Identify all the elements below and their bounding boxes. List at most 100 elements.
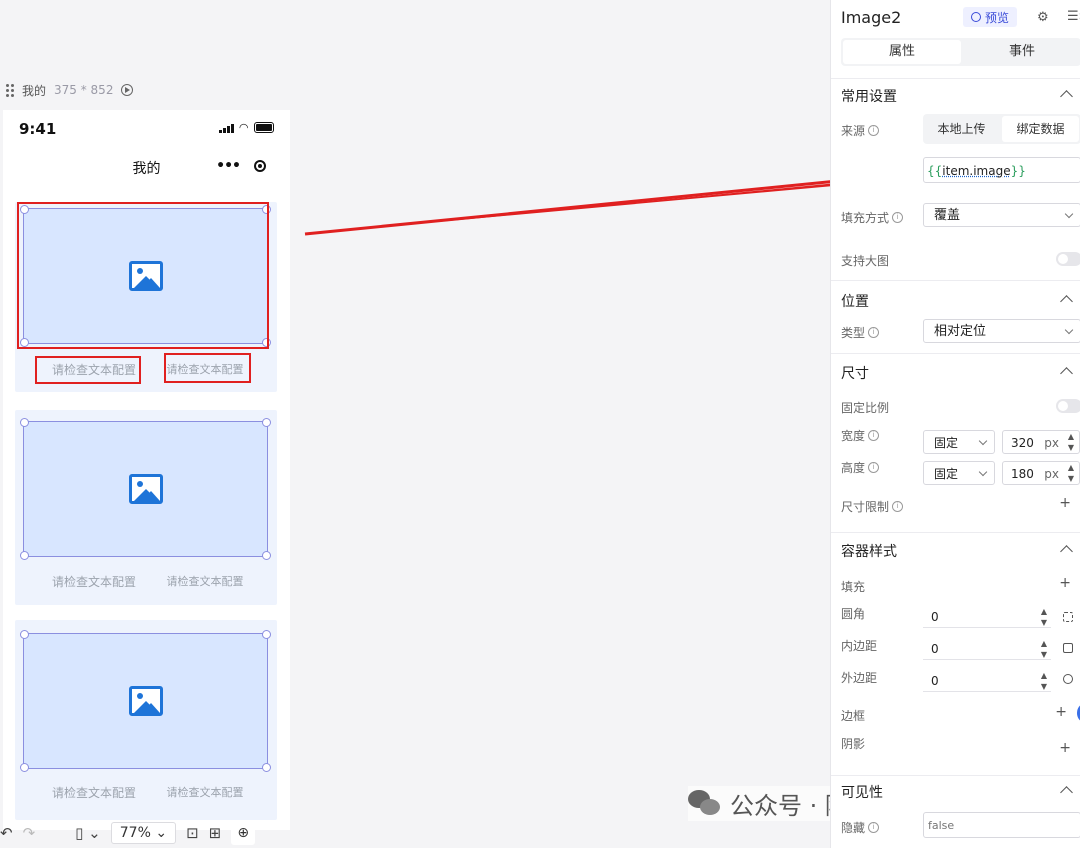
size-limit-label: 尺寸限制 i <box>841 498 904 515</box>
play-icon[interactable] <box>121 84 134 96</box>
corner-radius-icon[interactable] <box>1063 612 1073 622</box>
info-icon: i <box>892 501 904 512</box>
position-type-label-text: 类型 <box>841 326 866 340</box>
fit-screen-icon[interactable]: ⊡ <box>186 824 199 842</box>
text-right[interactable]: 请检查文本配置 <box>165 573 245 590</box>
chevron-up-icon[interactable] <box>1060 295 1073 308</box>
margin-input[interactable]: 0 ▲ ▼ <box>923 670 1051 692</box>
section-visibility[interactable]: 可见性 <box>841 782 883 802</box>
preview-button[interactable]: 预览 <box>963 7 1018 27</box>
position-type-label: 类型 i <box>841 324 880 341</box>
chevron-down-icon <box>1064 209 1074 219</box>
info-icon: i <box>868 462 880 473</box>
fill-mode-label-text: 填充方式 <box>841 211 890 225</box>
section-position[interactable]: 位置 <box>841 291 869 311</box>
padding-input[interactable]: 0 ▲ ▼ <box>923 638 1051 660</box>
image-component[interactable] <box>20 418 271 560</box>
section-common-settings[interactable]: 常用设置 <box>841 86 897 106</box>
info-icon: i <box>892 212 904 223</box>
frame-name: 我的 <box>22 83 47 98</box>
size-limit-label-text: 尺寸限制 <box>841 500 890 514</box>
stepper-icon[interactable]: ▲ ▼ <box>1041 606 1047 628</box>
big-image-label: 支持大图 <box>841 254 890 268</box>
hide-condition-input[interactable] <box>923 812 1080 838</box>
collapse-panel-icon[interactable]: ☰› <box>1067 9 1080 24</box>
component-title: Image2 <box>841 8 902 27</box>
chevron-down-icon <box>1064 325 1074 335</box>
text-left[interactable]: 请检查文本配置 <box>39 784 149 801</box>
list-item[interactable]: 请检查文本配置 请检查文本配置 <box>15 410 277 605</box>
stepper-icon[interactable]: ▲ ▼ <box>1068 462 1074 484</box>
canvas-toolbar: ↶ ↷ ▯ ⌄ 77% ⌄ ⊡ ⊞ ⊕ <box>0 818 256 848</box>
status-time: 9:41 <box>19 120 57 138</box>
play-icon <box>971 12 981 22</box>
stepper-icon[interactable]: ▲ ▼ <box>1041 638 1047 660</box>
text-right[interactable]: 请检查文本配置 <box>165 784 245 801</box>
section-size[interactable]: 尺寸 <box>841 363 869 383</box>
section-container-style[interactable]: 容器样式 <box>841 541 897 561</box>
margin-sides-icon[interactable] <box>1063 674 1073 684</box>
undo-button[interactable]: ↶ <box>0 824 13 842</box>
frame-tag[interactable]: 我的 375 * 852 <box>6 80 134 100</box>
add-fill-icon[interactable]: + <box>1059 575 1071 591</box>
width-input[interactable]: 320 px ▲ ▼ <box>1002 430 1080 454</box>
grid-view-icon[interactable]: ⊞ <box>209 824 222 842</box>
chevron-up-icon[interactable] <box>1060 367 1073 380</box>
add-size-limit-icon[interactable]: + <box>1059 495 1071 511</box>
add-shadow-icon[interactable]: + <box>1059 740 1071 756</box>
stepper-icon[interactable]: ▲ ▼ <box>1068 431 1074 453</box>
width-mode-select[interactable]: 固定 <box>923 430 995 454</box>
height-unit: px <box>1044 467 1059 481</box>
fixed-ratio-toggle[interactable] <box>1056 399 1080 413</box>
chevron-up-icon[interactable] <box>1060 786 1073 799</box>
phone-canvas[interactable]: 9:41 ◠ 我的 ••• 请检查文本配置 请检查文本配置 请检查文本配置 请检… <box>3 110 290 830</box>
frame-size: 375 * 852 <box>54 83 114 97</box>
zoom-select[interactable]: 77% ⌄ <box>110 822 177 844</box>
battery-icon <box>254 122 274 133</box>
height-mode-value: 固定 <box>934 467 959 481</box>
status-icons: ◠ <box>218 121 274 134</box>
tab-events[interactable]: 事件 <box>963 38 1080 66</box>
source-local-upload[interactable]: 本地上传 <box>923 114 1000 144</box>
add-page-icon[interactable]: ⊕ <box>231 821 256 845</box>
height-label: 高度 i <box>841 459 880 476</box>
drag-handle-icon[interactable] <box>6 83 14 97</box>
padding-label: 内边距 <box>841 639 878 653</box>
shadow-label: 阴影 <box>841 737 866 751</box>
image-component[interactable] <box>20 630 271 772</box>
wifi-icon: ◠ <box>239 121 248 134</box>
fill-mode-select[interactable]: 覆盖 <box>923 203 1080 227</box>
capsule-menu[interactable]: ••• <box>216 158 266 174</box>
signal-icon <box>218 124 234 133</box>
height-input[interactable]: 180 px ▲ ▼ <box>1002 461 1080 485</box>
height-mode-select[interactable]: 固定 <box>923 461 995 485</box>
gear-icon[interactable]: ⚙ <box>1037 10 1049 25</box>
more-icon[interactable]: ••• <box>216 158 241 174</box>
binding-suffix: }} <box>1010 164 1026 178</box>
padding-value: 0 <box>931 642 939 656</box>
position-type-select[interactable]: 相对定位 <box>923 319 1080 343</box>
text-row: 请检查文本配置 请检查文本配置 <box>15 573 277 590</box>
chevron-up-icon[interactable] <box>1060 545 1073 558</box>
chevron-up-icon[interactable] <box>1060 90 1073 103</box>
width-label: 宽度 i <box>841 427 880 444</box>
binding-value: item.image <box>942 164 1011 178</box>
info-icon: i <box>868 430 880 441</box>
tab-properties[interactable]: 属性 <box>843 40 961 64</box>
fill-label: 填充 <box>841 580 866 594</box>
width-label-text: 宽度 <box>841 429 866 443</box>
text-left[interactable]: 请检查文本配置 <box>39 573 149 590</box>
preview-label: 预览 <box>985 10 1010 25</box>
redo-button[interactable]: ↷ <box>23 824 36 842</box>
mouse-mode-icon[interactable]: ▯ ⌄ <box>75 824 101 842</box>
source-bind-data[interactable]: 绑定数据 <box>1002 116 1079 142</box>
properties-panel: Image2 预览 ⚙ ☰› 属性 事件 常用设置 来源i 本地上传 绑定数据 … <box>830 0 1080 848</box>
padding-sides-icon[interactable] <box>1063 643 1073 653</box>
big-image-toggle[interactable] <box>1056 252 1080 266</box>
binding-input[interactable]: {{item.image}} <box>923 157 1080 183</box>
stepper-icon[interactable]: ▲ ▼ <box>1041 670 1047 692</box>
list-item[interactable]: 请检查文本配置 请检查文本配置 <box>15 620 277 820</box>
add-border-icon[interactable]: + <box>1055 704 1067 720</box>
radius-input[interactable]: 0 ▲ ▼ <box>923 606 1051 628</box>
close-target-icon[interactable] <box>254 160 266 172</box>
